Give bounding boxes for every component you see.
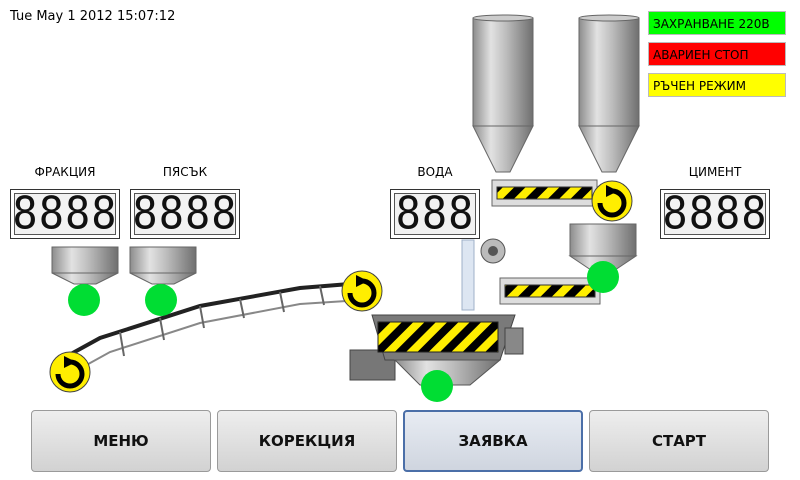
screw-conveyor-top xyxy=(491,179,598,207)
cement-valve-indicator xyxy=(587,261,619,293)
sand-valve-indicator xyxy=(145,284,177,316)
motor-belt-bottom-icon xyxy=(49,351,91,393)
belt-conveyor xyxy=(59,281,363,374)
fraction-valve-indicator xyxy=(68,284,100,316)
mixer-valve-indicator xyxy=(421,370,453,402)
screw-conveyor-bottom xyxy=(499,277,601,305)
correction-button[interactable]: КОРЕКЦИЯ xyxy=(217,410,397,472)
motor-screw-icon xyxy=(591,180,633,222)
menu-button[interactable]: МЕНЮ xyxy=(31,410,211,472)
water-pipe xyxy=(461,239,475,311)
silo-left xyxy=(472,14,534,173)
start-button[interactable]: СТАРТ xyxy=(589,410,769,472)
plant-diagram xyxy=(49,14,640,402)
fraction-hopper xyxy=(51,246,119,285)
silo-right xyxy=(578,14,640,173)
order-button[interactable]: ЗАЯВКА xyxy=(403,410,583,472)
sand-hopper xyxy=(129,246,197,285)
motor-belt-top-icon xyxy=(341,270,383,312)
water-pump xyxy=(480,238,506,264)
